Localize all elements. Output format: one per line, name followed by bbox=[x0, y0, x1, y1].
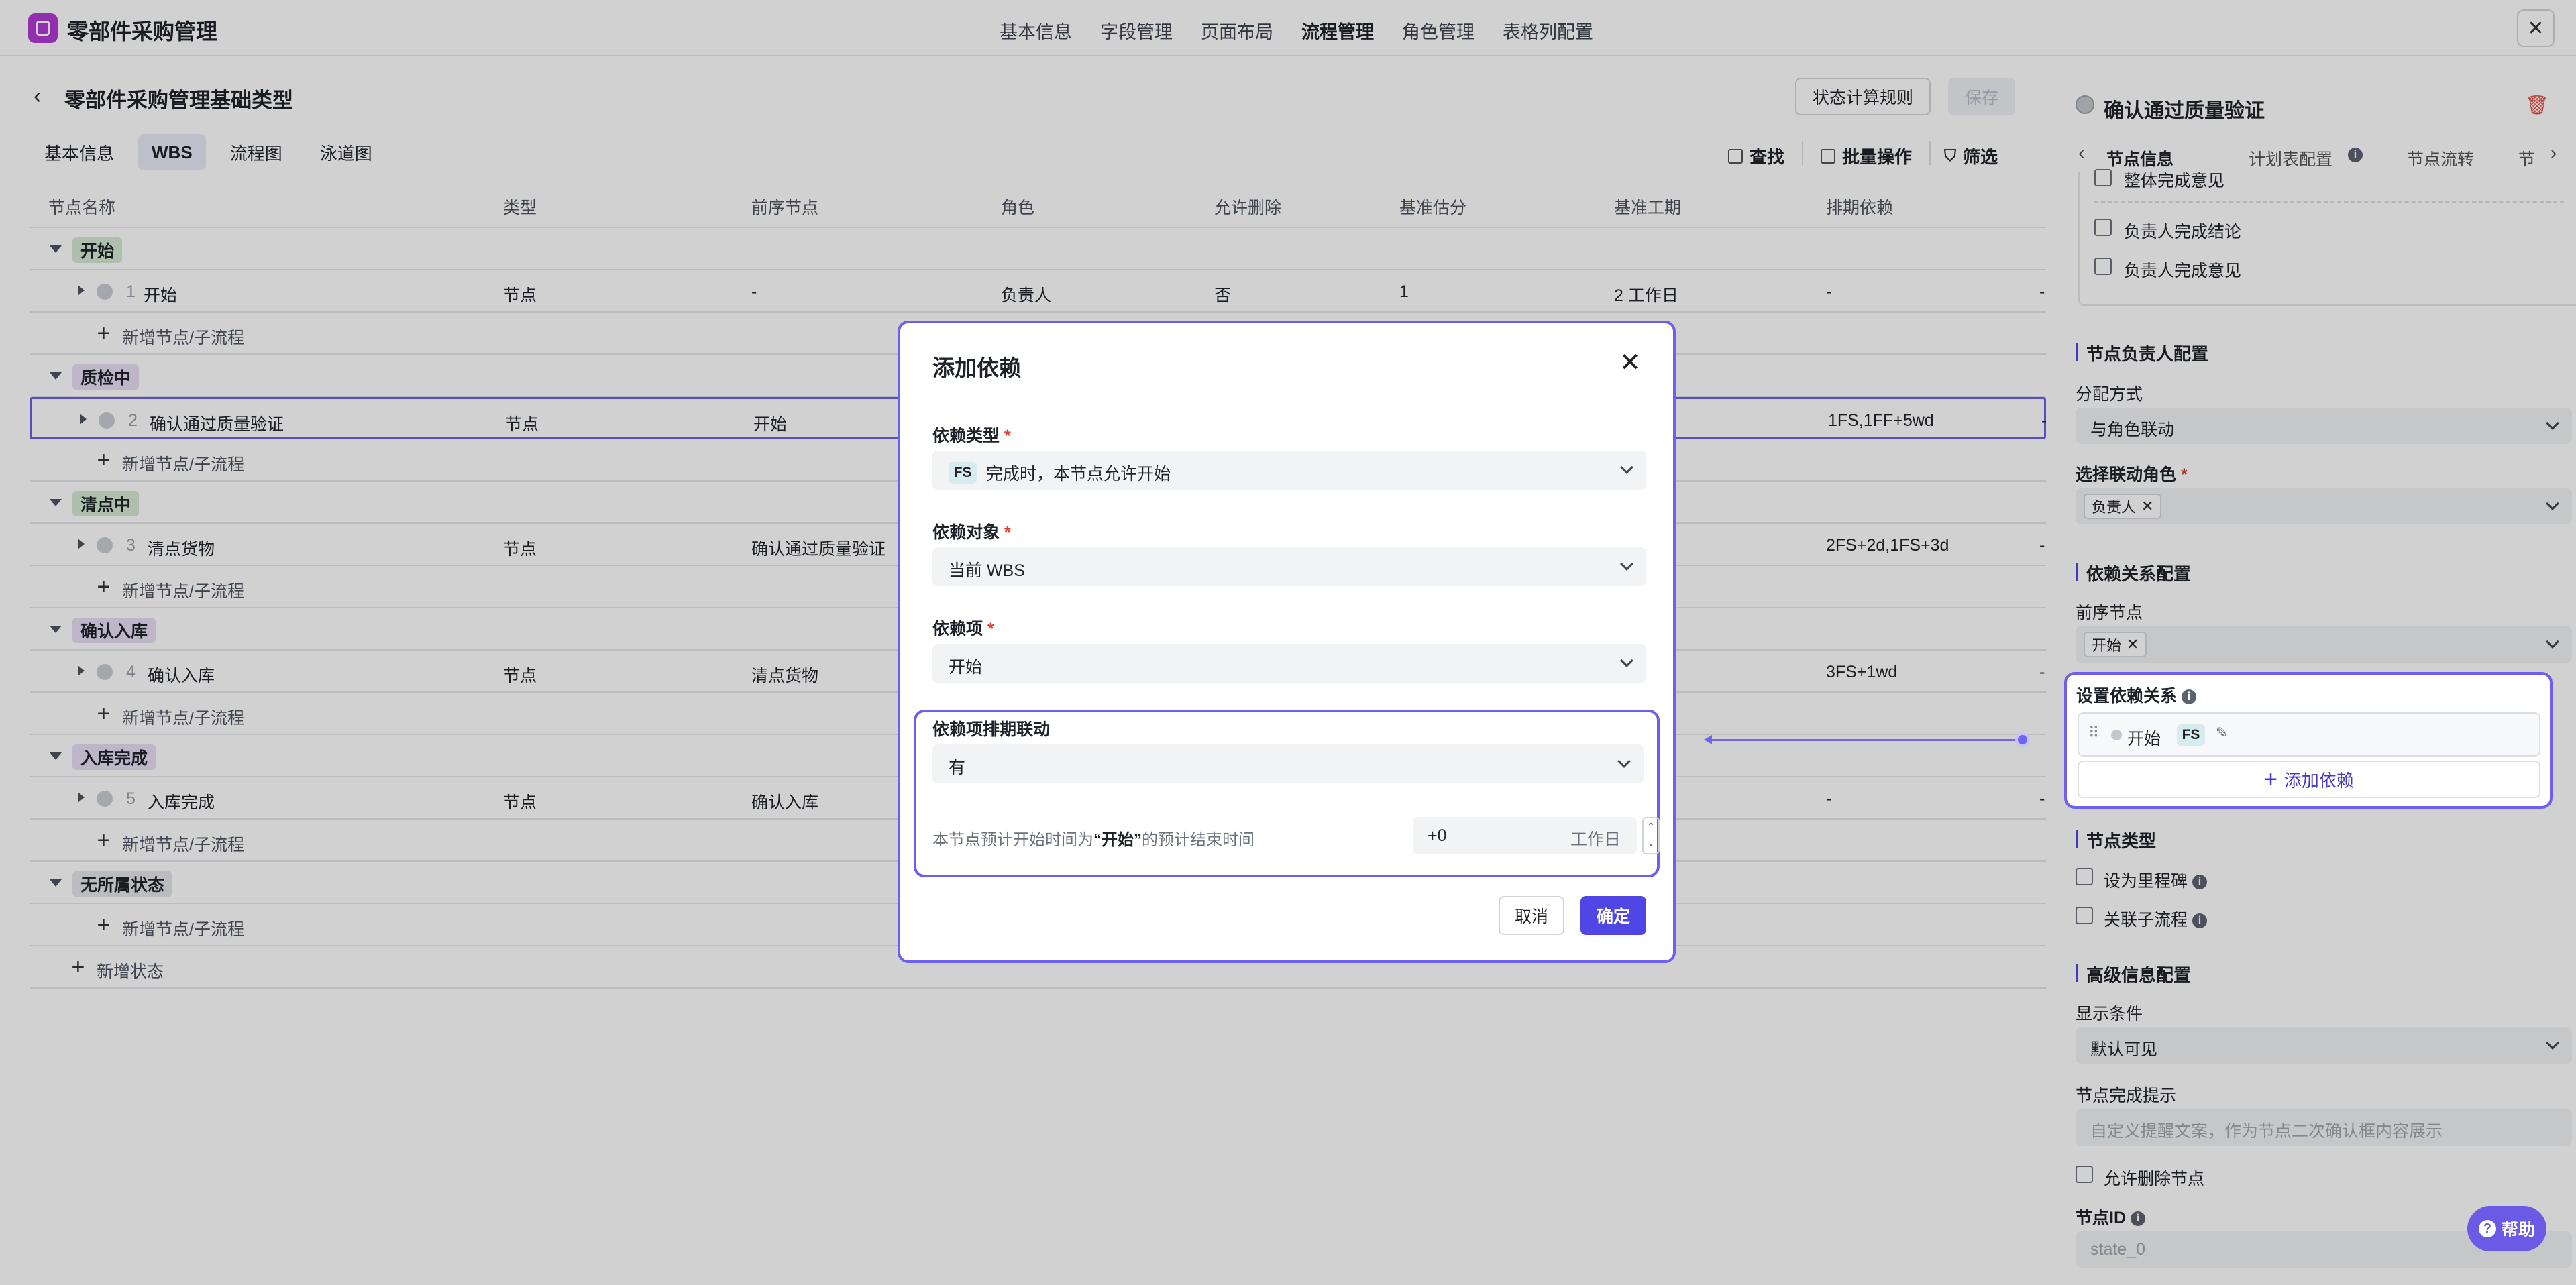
dependency-item[interactable]: ⠿ 开始 FS ✎ bbox=[2078, 712, 2540, 757]
connector-line bbox=[1707, 739, 2022, 741]
link-select[interactable]: 有 bbox=[932, 744, 1644, 783]
drag-handle-icon[interactable]: ⠿ bbox=[2088, 724, 2099, 742]
offset-input[interactable]: +0 工作日 bbox=[1413, 817, 1637, 854]
cancel-button[interactable]: 取消 bbox=[1499, 896, 1564, 935]
offset-unit: 工作日 bbox=[1570, 830, 1621, 849]
edit-icon[interactable]: ✎ bbox=[2216, 724, 2228, 742]
dep-item-value: 开始 bbox=[949, 658, 983, 677]
dep-target-select[interactable]: 当前 WBS bbox=[932, 547, 1646, 586]
add-dependency-dialog: 添加依赖 ✕ 依赖类型 * FS 完成时，本节点允许开始 依赖对象 * 当前 WB… bbox=[898, 321, 1676, 963]
info-icon: i bbox=[2181, 689, 2196, 705]
fs-badge: FS bbox=[949, 462, 977, 484]
dependency-item-name: 开始 bbox=[2127, 730, 2161, 748]
chevron-down-icon bbox=[1617, 755, 1631, 768]
dep-item-select[interactable]: 开始 bbox=[932, 644, 1646, 683]
offset-value: +0 bbox=[1428, 826, 1447, 845]
confirm-button[interactable]: 确定 bbox=[1580, 896, 1646, 935]
plus-icon: + bbox=[2264, 766, 2277, 792]
chevron-down-icon bbox=[1620, 557, 1633, 571]
link-label: 依赖项排期联动 bbox=[932, 720, 1051, 739]
dep-item-label: 依赖项 * bbox=[932, 620, 994, 638]
link-value: 有 bbox=[949, 759, 966, 777]
dep-type-value: 完成时，本节点允许开始 bbox=[986, 465, 1171, 484]
question-icon: ? bbox=[2478, 1220, 2496, 1237]
dialog-title: 添加依赖 bbox=[932, 355, 1021, 380]
arrow-left-icon bbox=[1704, 735, 1712, 744]
set-dependency-panel: 设置依赖关系 i ⠿ 开始 FS ✎ + 添加依赖 bbox=[2064, 672, 2553, 809]
chevron-down-icon bbox=[1620, 654, 1633, 667]
schedule-link-section: 依赖项排期联动 有 本节点预计开始时间为“开始”的预计结束时间 +0 工作日 ⌃… bbox=[914, 710, 1660, 877]
chevron-down-icon bbox=[1620, 461, 1633, 474]
dep-type-select[interactable]: FS 完成时，本节点允许开始 bbox=[932, 451, 1646, 490]
link-description: 本节点预计开始时间为“开始”的预计结束时间 bbox=[932, 831, 1254, 849]
offset-stepper[interactable]: ⌃ ⌄ bbox=[1642, 817, 1660, 854]
connector-dot bbox=[2015, 732, 2030, 747]
help-button[interactable]: ? 帮助 bbox=[2467, 1206, 2546, 1251]
node-status-icon bbox=[2111, 730, 2122, 740]
fs-badge: FS bbox=[2177, 724, 2205, 746]
dep-type-label: 依赖类型 * bbox=[932, 427, 1011, 445]
dep-target-value: 当前 WBS bbox=[949, 561, 1025, 580]
add-dependency-button[interactable]: + 添加依赖 bbox=[2078, 761, 2540, 798]
close-icon[interactable]: ✕ bbox=[1619, 347, 1641, 378]
dep-target-label: 依赖对象 * bbox=[932, 523, 1011, 542]
set-dep-label: 设置依赖关系 i bbox=[2076, 683, 2196, 707]
